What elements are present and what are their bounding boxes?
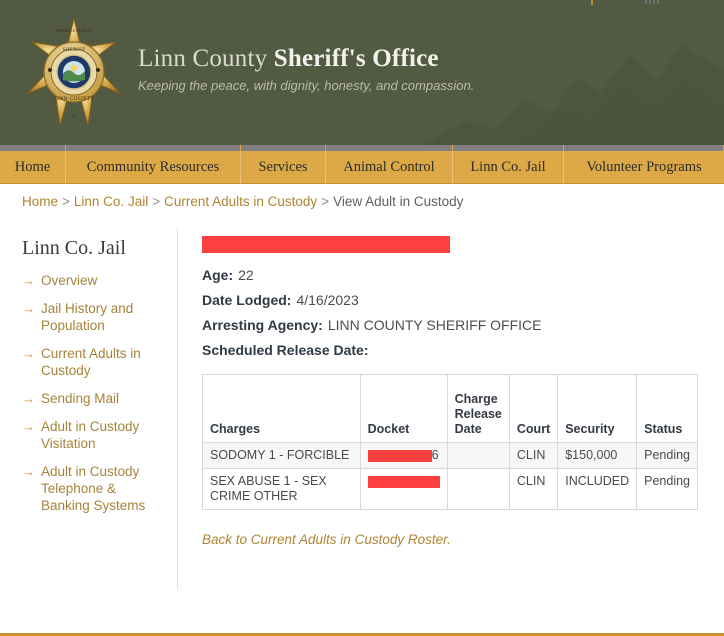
detail-label: Date Lodged: (202, 292, 292, 308)
arrow-right-icon: → (22, 419, 35, 434)
nav-item-animal-control[interactable]: Animal Control (326, 151, 453, 184)
nav-item-services[interactable]: Services (241, 151, 326, 184)
breadcrumb-item-linn-co-jail[interactable]: Linn Co. Jail (74, 194, 148, 209)
cell-charge: SEX ABUSE 1 - SEX CRIME OTHER (202, 468, 361, 510)
cell-court: CLIN (508, 468, 559, 510)
cell-security: $150,000 (557, 442, 638, 469)
detail-value: 4/16/2023 (296, 292, 359, 308)
sidebar-item-overview[interactable]: → Overview (22, 272, 163, 289)
sidebar-link-list: → Overview → Jail History and Population → Cu… (22, 272, 163, 514)
arrow-right-icon: → (22, 273, 35, 288)
nav-item-label: Linn Co. Jail (470, 159, 546, 175)
charges-table-header-row: Charges Docket Charge Release Date Court… (202, 374, 698, 443)
arrow-right-icon: → (22, 301, 35, 316)
sidebar-item-label: Adult in Custody Telephone & Banking Sys… (41, 464, 146, 513)
cell-charge: SODOMY 1 - FORCIBLE (202, 442, 361, 469)
cell-charge-release-date (446, 468, 510, 510)
breadcrumb-separator: > (152, 194, 161, 209)
column-header-charges: Charges (202, 374, 361, 443)
sheriff-badge-icon: SHERIFF LINN COUNTY MICHELLE DUNCAN 41 (18, 14, 130, 132)
sidebar: Linn Co. Jail → Overview → Jail History and… (0, 229, 178, 589)
docket-redaction (367, 449, 432, 462)
main-content: Age: 22 Date Lodged: 4/16/2023 Arresting Age… (178, 229, 724, 589)
cell-security: INCLUDED (557, 468, 638, 510)
breadcrumb: Home > Linn Co. Jail > Current Adults in Cus… (0, 184, 724, 219)
sidebar-item-adult-in-custody-visitation[interactable]: → Adult in Custody Visitation (22, 418, 163, 452)
sidebar-item-label: Sending Mail (41, 391, 120, 406)
back-to-roster-link[interactable]: Back to Current Adults in Custody Roster… (202, 532, 451, 547)
column-header-status: Status (636, 374, 698, 443)
detail-value: 22 (238, 267, 254, 283)
arrow-right-icon: → (22, 391, 35, 406)
breadcrumb-separator: > (62, 194, 70, 209)
site-title-thin: Linn County (138, 45, 268, 72)
charges-table: Charges Docket Charge Release Date Court… (202, 374, 698, 510)
nav-item-home[interactable]: Home (0, 151, 66, 184)
detail-row: Arresting Agency: LINN COUNTY SHERIFF OFF… (202, 317, 724, 333)
cutoff-mark-a (591, 0, 593, 5)
site-title-bold: Sheriff's Office (273, 45, 439, 72)
site-title-block: Linn County Sheriff's Office Keeping the… (138, 44, 474, 93)
cell-court: CLIN (508, 442, 559, 469)
main-navigation: Home Community Resources Services Animal Co… (0, 151, 724, 184)
sidebar-item-sending-mail[interactable]: → Sending Mail (22, 390, 163, 407)
nav-item-volunteer-programs[interactable]: Volunteer Programs (564, 151, 724, 184)
sidebar-item-current-adults-in-custody[interactable]: → Current Adults in Custody (22, 345, 163, 379)
detail-row: Age: 22 (202, 267, 724, 283)
sidebar-item-label: Overview (41, 273, 98, 288)
table-row: SODOMY 1 - FORCIBLE 6 CLIN $150,000 Pending (202, 442, 698, 469)
breadcrumb-item-view-adult-in-custody: View Adult in Custody (333, 194, 464, 209)
body-area: Linn Co. Jail → Overview → Jail History and… (0, 219, 724, 589)
sidebar-heading: Linn Co. Jail (22, 237, 126, 259)
svg-text:MICHELLE DUNCAN: MICHELLE DUNCAN (56, 29, 93, 33)
nav-item-label: Services (258, 159, 308, 175)
detail-row: Scheduled Release Date: (202, 342, 724, 358)
column-header-security: Security (557, 374, 638, 443)
table-row: SEX ABUSE 1 - SEX CRIME OTHER CLIN INCLUDE… (202, 468, 698, 510)
cell-docket: 6 (359, 442, 448, 469)
sidebar-item-adult-in-custody-telephone-banking-systems[interactable]: → Adult in Custody Telephone & Banking Sy… (22, 463, 163, 514)
header-cutoff-strip (0, 0, 724, 5)
charges-table-body: SODOMY 1 - FORCIBLE 6 CLIN $150,000 Pending S… (202, 442, 698, 510)
site-tagline: Keeping the peace, with dignity, honesty… (138, 78, 475, 93)
site-title: Linn County Sheriff's Office (138, 44, 474, 74)
sidebar-item-jail-history-and-population[interactable]: → Jail History and Population (22, 300, 163, 334)
column-header-court: Court (508, 374, 559, 443)
cell-docket (359, 468, 448, 510)
svg-text:SHERIFF: SHERIFF (63, 47, 86, 53)
svg-text:41: 41 (72, 115, 78, 120)
cell-charge-release-date (446, 442, 510, 469)
sidebar-item-label: Jail History and Population (41, 301, 134, 333)
nav-item-community-resources[interactable]: Community Resources (66, 151, 241, 184)
detail-value: LINN COUNTY SHERIFF OFFICE (327, 317, 542, 333)
detail-label: Age: (202, 267, 234, 283)
nav-item-linn-co-jail[interactable]: Linn Co. Jail (453, 151, 564, 184)
detail-label: Arresting Agency: (202, 317, 323, 333)
inmate-name-redacted (202, 236, 450, 253)
column-header-charge-release-date: Charge Release Date (446, 374, 510, 443)
docket-redaction (367, 475, 440, 488)
nav-item-label: Volunteer Programs (586, 159, 702, 175)
breadcrumb-item-current-adults-in-custody[interactable]: Current Adults in Custody (164, 194, 317, 209)
docket-visible-tail: 6 (431, 448, 439, 462)
cutoff-mark-b (645, 0, 659, 4)
nav-item-label: Home (14, 159, 51, 175)
column-header-docket: Docket (359, 374, 448, 443)
cell-status: Pending (636, 468, 698, 510)
site-header: SHERIFF LINN COUNTY MICHELLE DUNCAN 41 L… (0, 0, 724, 145)
nav-item-label: Community Resources (86, 159, 220, 175)
breadcrumb-item-home[interactable]: Home (22, 194, 58, 209)
detail-label: Scheduled Release Date: (202, 342, 369, 358)
sidebar-item-label: Current Adults in Custody (41, 346, 141, 378)
sidebar-item-label: Adult in Custody Visitation (41, 419, 140, 451)
breadcrumb-separator: > (321, 194, 330, 209)
nav-item-label: Animal Control (343, 159, 435, 175)
inmate-detail-fields: Age: 22 Date Lodged: 4/16/2023 Arresting Age… (202, 267, 724, 358)
arrow-right-icon: → (22, 464, 35, 479)
arrow-right-icon: → (22, 346, 35, 361)
detail-row: Date Lodged: 4/16/2023 (202, 292, 724, 308)
svg-text:LINN COUNTY: LINN COUNTY (53, 96, 94, 102)
cell-status: Pending (636, 442, 698, 469)
page-root: SHERIFF LINN COUNTY MICHELLE DUNCAN 41 L… (0, 0, 724, 636)
